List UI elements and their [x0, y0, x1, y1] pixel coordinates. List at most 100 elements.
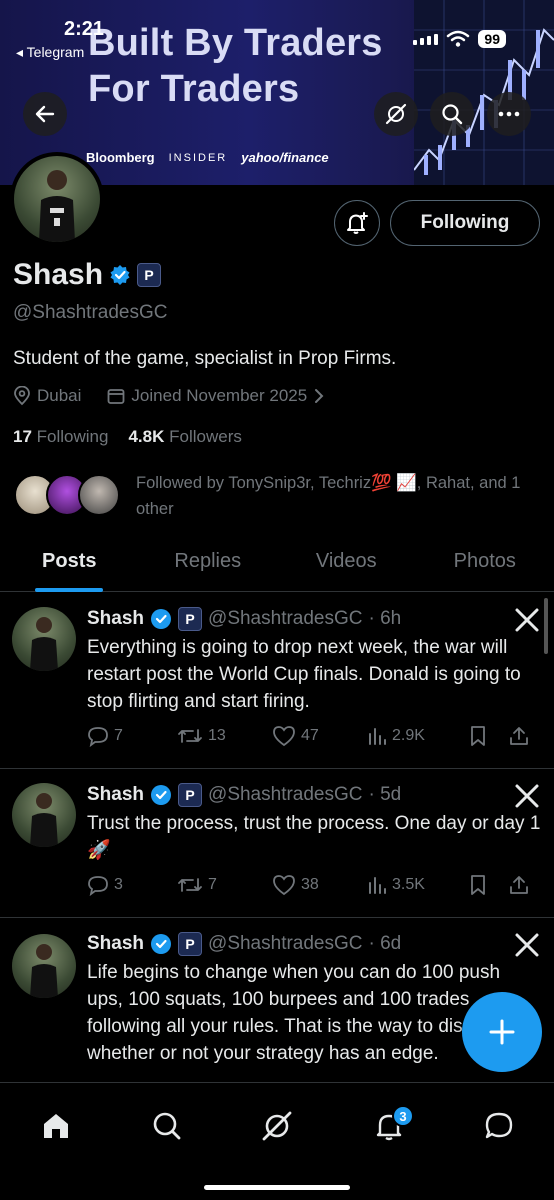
calendar-icon: [108, 389, 125, 404]
followers-count-link[interactable]: 4.8K Followers: [128, 427, 241, 447]
nav-home[interactable]: [31, 1101, 81, 1151]
x-logo-icon[interactable]: [514, 607, 540, 633]
home-icon: [44, 1114, 68, 1138]
back-to-telegram-link[interactable]: ◂ Telegram: [16, 44, 84, 61]
bell-plus-icon: [347, 212, 368, 234]
post-author-handle: @ShashtradesGC: [208, 933, 363, 954]
repost-button[interactable]: 7: [177, 875, 272, 895]
home-indicator[interactable]: [204, 1185, 350, 1190]
nav-grok[interactable]: [252, 1101, 302, 1151]
compose-post-button[interactable]: [462, 992, 542, 1072]
nav-messages[interactable]: [474, 1101, 524, 1151]
scrollbar[interactable]: [544, 598, 548, 654]
post-author-handle: @ShashtradesGC: [208, 608, 363, 629]
post-author-avatar[interactable]: [12, 783, 76, 847]
repost-icon: [178, 729, 202, 743]
views-button[interactable]: 2.9K: [367, 726, 469, 746]
bloomberg-logo: Bloomberg: [86, 150, 155, 165]
plus-icon: [489, 1019, 515, 1045]
post-header: Shash P @ShashtradesGC · 6h: [87, 607, 401, 631]
reply-icon: [88, 876, 108, 896]
tab-replies[interactable]: Replies: [139, 538, 278, 591]
views-chart-icon: [369, 728, 386, 745]
post-actions: 3 7 38 3.5K: [87, 874, 539, 896]
verified-badge-icon: [151, 934, 172, 954]
followed-by-text: Followed by TonySnip3r, Techriz💯 📈, Raha…: [136, 474, 521, 518]
chevron-right-icon[interactable]: [313, 388, 325, 404]
bookmark-button[interactable]: [469, 874, 509, 896]
insider-logo: INSIDER: [168, 151, 228, 164]
banner-logos: Bloomberg INSIDER yahoo/finance: [86, 150, 329, 165]
affiliate-badge: P: [178, 607, 203, 631]
post-author-handle: @ShashtradesGC: [208, 784, 363, 805]
like-button[interactable]: 47: [272, 725, 367, 747]
verified-badge-icon: [151, 785, 172, 805]
post-author-avatar[interactable]: [12, 934, 76, 998]
like-button[interactable]: 38: [272, 874, 367, 896]
bookmark-button[interactable]: [469, 725, 509, 747]
post-author-name[interactable]: Shash: [87, 608, 144, 630]
profile-meta: Dubai Joined November 2025: [13, 386, 325, 406]
battery-indicator: 99: [478, 30, 506, 48]
avatar-photo: [39, 170, 75, 242]
views-button[interactable]: 3.5K: [367, 875, 469, 895]
reply-button[interactable]: 7: [87, 725, 177, 747]
heart-icon: [273, 875, 295, 896]
profile-handle: @ShashtradesGC: [13, 302, 168, 323]
repost-button[interactable]: 13: [177, 726, 272, 746]
affiliate-badge[interactable]: P: [137, 263, 162, 287]
nav-explore[interactable]: [142, 1101, 192, 1151]
profile-bio: Student of the game, specialist in Prop …: [13, 348, 397, 369]
share-button[interactable]: [509, 725, 529, 747]
post-time: · 5d: [368, 784, 402, 805]
post-header: Shash P @ShashtradesGC · 5d: [87, 783, 401, 807]
search-icon: [442, 104, 463, 125]
following-count-link[interactable]: 17 Following: [13, 427, 108, 447]
views-chart-icon: [369, 877, 386, 894]
tab-posts[interactable]: Posts: [0, 538, 139, 592]
post-actions: 7 13 47 2.9K: [87, 725, 539, 747]
post[interactable]: Shash P @ShashtradesGC · 6h Everything i…: [0, 593, 554, 769]
banner-chart-graphic: [414, 0, 554, 185]
verified-badge-icon: [110, 265, 130, 285]
wifi-icon: [447, 30, 470, 47]
bookmark-icon: [471, 726, 485, 746]
notifications-subscribe-button[interactable]: [334, 200, 380, 246]
following-button[interactable]: Following: [390, 200, 540, 246]
banner-headline: Built By Traders For Traders: [88, 22, 383, 110]
post-header: Shash P @ShashtradesGC · 6d: [87, 932, 401, 956]
nav-notifications[interactable]: 3: [364, 1101, 414, 1151]
x-logo-icon[interactable]: [514, 932, 540, 958]
profile-name: Shash: [13, 258, 104, 291]
reply-button[interactable]: 3: [87, 874, 177, 896]
grok-button[interactable]: [374, 92, 418, 136]
post-author-name[interactable]: Shash: [87, 784, 144, 806]
post-text[interactable]: Everything is going to drop next week, t…: [87, 634, 543, 715]
profile-tabs: Posts Replies Videos Photos: [0, 538, 554, 592]
profile-location: Dubai: [37, 386, 82, 405]
post[interactable]: Shash P @ShashtradesGC · 5d Trust the pr…: [0, 769, 554, 918]
followed-by-section[interactable]: Followed by TonySnip3r, Techriz💯 📈, Raha…: [14, 470, 536, 522]
more-options-button[interactable]: [487, 92, 531, 136]
heart-icon: [273, 726, 295, 747]
avatar-photo: [30, 793, 58, 847]
x-logo-icon[interactable]: [514, 783, 540, 809]
grok-icon: [262, 1111, 292, 1141]
followed-by-avatars: [14, 470, 124, 518]
back-button[interactable]: [23, 92, 67, 136]
status-time: 2:21: [64, 18, 105, 40]
bookmark-icon: [471, 875, 485, 895]
share-button[interactable]: [509, 874, 529, 896]
search-icon: [153, 1112, 181, 1140]
profile-joined-date[interactable]: Joined November 2025: [131, 386, 307, 406]
post-author-avatar[interactable]: [12, 607, 76, 671]
affiliate-badge: P: [178, 783, 203, 807]
post-text[interactable]: Trust the process, trust the process. On…: [87, 810, 543, 864]
avatar-photo: [30, 617, 58, 671]
tab-photos[interactable]: Photos: [416, 538, 554, 591]
notification-count-badge: 3: [392, 1105, 414, 1127]
search-button[interactable]: [430, 92, 474, 136]
profile-avatar[interactable]: [10, 152, 104, 246]
tab-videos[interactable]: Videos: [277, 538, 416, 591]
post-author-name[interactable]: Shash: [87, 933, 144, 955]
